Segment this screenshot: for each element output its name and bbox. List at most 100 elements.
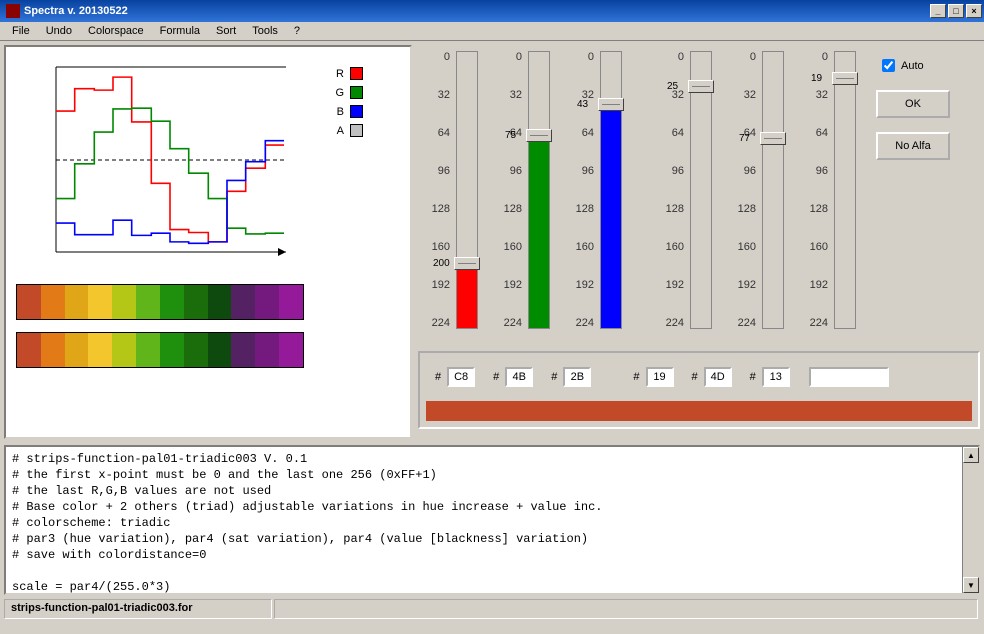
scroll-up-icon[interactable]: ▲ xyxy=(963,447,979,463)
palette-swatch xyxy=(184,333,208,367)
menu-colorspace[interactable]: Colorspace xyxy=(80,23,152,39)
graph-pane: R G B A xyxy=(4,45,412,439)
title-bar: Spectra v. 20130522 _ □ × xyxy=(0,0,984,22)
slider-2[interactable]: 0326496128160192224 43 xyxy=(562,45,634,345)
legend-b-label: B xyxy=(326,106,344,118)
slider-value: 25 xyxy=(667,81,678,92)
palette-swatch xyxy=(88,333,112,367)
slider-thumb[interactable]: 19 xyxy=(832,72,858,85)
slider-thumb[interactable]: 200 xyxy=(454,257,480,270)
slider-1[interactable]: 0326496128160192224 75 xyxy=(490,45,562,345)
palette-swatch xyxy=(88,285,112,319)
hex-input-1[interactable]: 4B xyxy=(505,367,533,387)
scrollbar[interactable]: ▲ ▼ xyxy=(962,447,978,593)
slider-thumb[interactable]: 25 xyxy=(688,80,714,93)
menu-bar: File Undo Colorspace Formula Sort Tools … xyxy=(0,22,984,41)
palette-swatch xyxy=(184,285,208,319)
close-button[interactable]: × xyxy=(966,4,982,18)
menu-help[interactable]: ? xyxy=(286,23,308,39)
hash-label: # xyxy=(633,371,639,383)
palette-strip-2 xyxy=(16,332,304,368)
hex-input-2[interactable]: 2B xyxy=(563,367,591,387)
app-icon xyxy=(6,4,20,18)
legend-g-swatch xyxy=(350,86,363,99)
color-preview xyxy=(809,367,889,387)
palette-swatch xyxy=(208,333,232,367)
hex-input-0[interactable]: C8 xyxy=(447,367,475,387)
slider-0[interactable]: 0326496128160192224 200 xyxy=(418,45,490,345)
palette-swatch xyxy=(136,285,160,319)
palette-swatch xyxy=(112,285,136,319)
palette-swatch xyxy=(231,333,255,367)
menu-file[interactable]: File xyxy=(4,23,38,39)
hash-label: # xyxy=(750,371,756,383)
slider-value: 43 xyxy=(577,99,588,110)
slider-4[interactable]: 0326496128160192224 77 xyxy=(724,45,796,345)
menu-formula[interactable]: Formula xyxy=(152,23,208,39)
legend-b-swatch xyxy=(350,105,363,118)
ok-button[interactable]: OK xyxy=(876,90,950,118)
hex-panel: # C8 # 4B # 2B # 19 # 4D # 13 xyxy=(418,351,980,429)
slider-value: 75 xyxy=(505,130,516,141)
legend-r-label: R xyxy=(326,68,344,80)
palette-swatch xyxy=(112,333,136,367)
palette-swatch xyxy=(231,285,255,319)
hash-label: # xyxy=(551,371,557,383)
hash-label: # xyxy=(692,371,698,383)
hex-input-4[interactable]: 4D xyxy=(704,367,732,387)
legend: R G B A xyxy=(326,67,363,272)
palette-swatch xyxy=(41,333,65,367)
palette-swatch xyxy=(17,333,41,367)
auto-label: Auto xyxy=(901,60,924,72)
sliders-panel: 0326496128160192224 200 0326496128160192… xyxy=(418,45,868,345)
minimize-button[interactable]: _ xyxy=(930,4,946,18)
result-color-bar xyxy=(426,401,972,421)
rgb-curve-chart xyxy=(16,57,296,272)
hash-label: # xyxy=(493,371,499,383)
script-text-pane: # strips-function-pal01-triadic003 V. 0.… xyxy=(4,445,980,595)
palette-swatch xyxy=(208,285,232,319)
slider-3[interactable]: 0326496128160192224 25 xyxy=(652,45,724,345)
palette-swatch xyxy=(65,285,89,319)
palette-swatch xyxy=(136,333,160,367)
slider-ticks: 0326496128160192224 xyxy=(796,45,834,345)
script-text[interactable]: # strips-function-pal01-triadic003 V. 0.… xyxy=(6,447,978,599)
menu-tools[interactable]: Tools xyxy=(244,23,286,39)
window-title: Spectra v. 20130522 xyxy=(24,5,928,17)
auto-checkbox[interactable] xyxy=(882,59,895,72)
hex-input-3[interactable]: 19 xyxy=(646,367,674,387)
slider-5[interactable]: 0326496128160192224 19 xyxy=(796,45,868,345)
palette-swatch xyxy=(160,285,184,319)
slider-ticks: 0326496128160192224 xyxy=(418,45,456,345)
slider-ticks: 0326496128160192224 xyxy=(562,45,600,345)
slider-value: 19 xyxy=(811,73,822,84)
legend-a-label: A xyxy=(326,125,344,137)
slider-thumb[interactable]: 75 xyxy=(526,129,552,142)
maximize-button[interactable]: □ xyxy=(948,4,964,18)
status-bar: strips-function-pal01-triadic003.for xyxy=(4,599,980,619)
no-alfa-button[interactable]: No Alfa xyxy=(876,132,950,160)
menu-sort[interactable]: Sort xyxy=(208,23,244,39)
legend-r-swatch xyxy=(350,67,363,80)
slider-thumb[interactable]: 77 xyxy=(760,132,786,145)
scroll-down-icon[interactable]: ▼ xyxy=(963,577,979,593)
legend-a-swatch xyxy=(350,124,363,137)
slider-value: 77 xyxy=(739,133,750,144)
hex-input-5[interactable]: 13 xyxy=(762,367,790,387)
slider-ticks: 0326496128160192224 xyxy=(724,45,762,345)
palette-swatch xyxy=(255,333,279,367)
palette-swatch xyxy=(279,333,303,367)
status-filename: strips-function-pal01-triadic003.for xyxy=(4,599,272,619)
hash-label: # xyxy=(435,371,441,383)
palette-swatch xyxy=(65,333,89,367)
legend-g-label: G xyxy=(326,87,344,99)
palette-swatch xyxy=(41,285,65,319)
slider-thumb[interactable]: 43 xyxy=(598,98,624,111)
menu-undo[interactable]: Undo xyxy=(38,23,80,39)
palette-swatch xyxy=(160,333,184,367)
slider-ticks: 0326496128160192224 xyxy=(490,45,528,345)
palette-swatch xyxy=(17,285,41,319)
status-empty xyxy=(274,599,978,619)
palette-strip-1 xyxy=(16,284,304,320)
slider-value: 200 xyxy=(433,258,450,269)
